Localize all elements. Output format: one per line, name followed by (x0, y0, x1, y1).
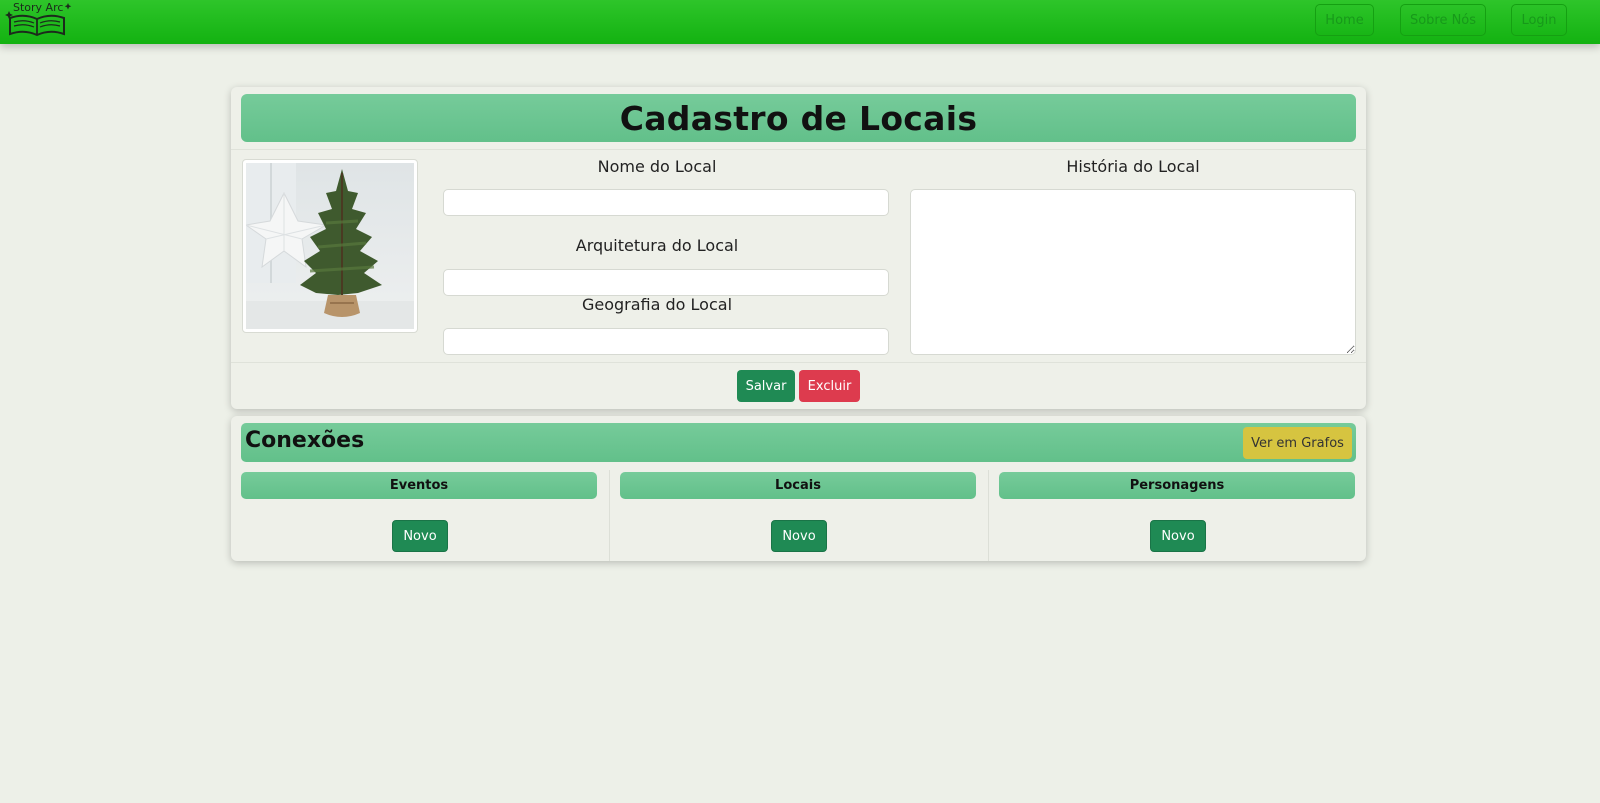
header-divider (231, 149, 1366, 150)
historia-textarea[interactable] (910, 189, 1356, 355)
connections-card: Conexões Ver em Grafos Eventos Locais Pe… (231, 416, 1366, 561)
nav-home-button[interactable]: Home (1315, 4, 1374, 36)
nome-label: Nome do Local (597, 157, 717, 176)
page-title: Cadastro de Locais (619, 98, 978, 138)
location-image[interactable] (242, 159, 418, 333)
arquitetura-input[interactable] (443, 269, 889, 296)
connections-header: Conexões Ver em Grafos (241, 423, 1356, 462)
column-divider (988, 470, 989, 561)
column-header-eventos: Eventos (241, 472, 597, 499)
view-graphs-button[interactable]: Ver em Grafos (1243, 427, 1352, 459)
column-divider (609, 470, 610, 561)
connections-title: Conexões (245, 428, 365, 453)
footer-divider (231, 362, 1366, 363)
logo[interactable]: Story Arc (4, 1, 74, 41)
historia-label: História do Local (1066, 157, 1200, 176)
nav-about-button[interactable]: Sobre Nós (1400, 4, 1486, 36)
new-local-button[interactable]: Novo (771, 520, 827, 552)
column-header-personagens: Personagens (999, 472, 1355, 499)
location-form-card: Cadastro de Locais Nome do Local Arquite… (231, 87, 1366, 409)
column-header-locais: Locais (620, 472, 976, 499)
geografia-input[interactable] (443, 328, 889, 355)
nav-login-button[interactable]: Login (1511, 4, 1567, 36)
new-evento-button[interactable]: Novo (392, 520, 448, 552)
delete-button[interactable]: Excluir (799, 370, 860, 402)
christmas-tree-photo-icon (244, 163, 414, 329)
new-personagem-button[interactable]: Novo (1150, 520, 1206, 552)
navbar: Story Arc Home Sobre Nós Login (0, 0, 1600, 44)
nome-input[interactable] (443, 189, 889, 216)
arquitetura-label: Arquitetura do Local (575, 236, 739, 255)
form-title-bar: Cadastro de Locais (241, 94, 1356, 142)
logo-text: Story Arc (13, 1, 64, 14)
geografia-label: Geografia do Local (581, 295, 733, 314)
save-button[interactable]: Salvar (737, 370, 795, 402)
